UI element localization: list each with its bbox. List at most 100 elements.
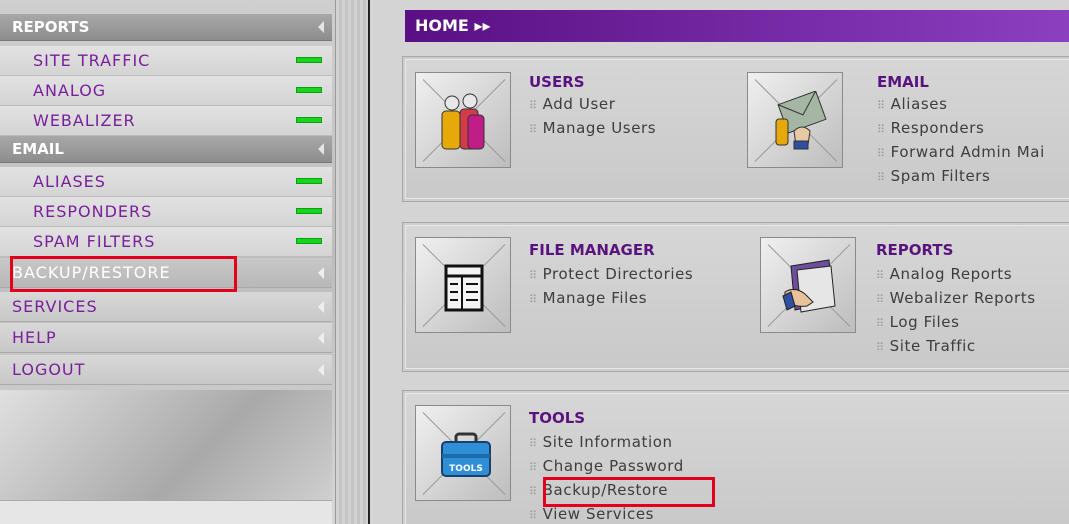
group-title-email[interactable]: EMAIL (877, 73, 929, 91)
collapse-arrow-icon (318, 301, 324, 313)
bullet-icon: ⠿ (529, 509, 538, 522)
breadcrumb-bar: HOME ▸▸ (405, 10, 1069, 42)
sidebar-item-label: SERVICES (12, 297, 98, 316)
link-label: Forward Admin Mai (890, 143, 1045, 161)
link-site-traffic[interactable]: ⠿ Site Traffic (876, 337, 976, 355)
link-protect-directories[interactable]: ⠿ Protect Directories (529, 265, 693, 283)
link-label: Add User (542, 95, 616, 113)
sidebar-item-label: LOGOUT (12, 360, 86, 379)
link-label: Log Files (889, 313, 960, 331)
group-title-reports[interactable]: REPORTS (876, 241, 953, 259)
sidebar-item-label: SPAM FILTERS (33, 232, 156, 251)
bullet-icon: ⠿ (529, 437, 538, 450)
link-change-password[interactable]: ⠿ Change Password (529, 457, 684, 475)
sidebar-decoration (0, 390, 332, 500)
sidebar-header-email[interactable]: EMAIL (0, 136, 332, 163)
sidebar-header-reports[interactable]: REPORTS (0, 14, 332, 41)
link-label: Protect Directories (542, 265, 694, 283)
sidebar-item-responders[interactable]: RESPONDERS (0, 197, 332, 227)
sidebar-item-help[interactable]: HELP (0, 323, 332, 353)
sidebar-item-label: RESPONDERS (33, 202, 153, 221)
bullet-icon: ⠿ (529, 293, 538, 306)
sidebar-item-analog[interactable]: ANALOG (0, 76, 332, 106)
bullet-icon: ⠿ (529, 123, 538, 136)
bullet-icon: ⠿ (876, 293, 885, 306)
users-icon (441, 93, 485, 150)
link-add-user[interactable]: ⠿ Add User (529, 95, 615, 113)
status-led-icon (296, 178, 322, 184)
bullet-icon: ⠿ (876, 341, 885, 354)
link-label: Site Information (542, 433, 673, 451)
status-led-icon (296, 238, 322, 244)
sidebar-item-label: ALIASES (33, 172, 106, 191)
breadcrumb[interactable]: HOME ▸▸ (415, 16, 490, 35)
sidebar-item-label: HELP (12, 328, 57, 347)
link-label: Webalizer Reports (889, 289, 1036, 307)
link-label: View Services (542, 505, 655, 523)
sidebar-item-logout[interactable]: LOGOUT (0, 355, 332, 385)
toolbox-icon: TOOLS (441, 432, 491, 477)
toolbox-icon-label: TOOLS (449, 464, 483, 474)
link-site-information[interactable]: ⠿ Site Information (529, 433, 673, 451)
bullet-icon: ⠿ (529, 485, 538, 498)
control-panel-window: REPORTS SITE TRAFFIC ANALOG WEBALIZER EM… (0, 0, 1069, 524)
group-title-file-manager[interactable]: FILE MANAGER (529, 241, 655, 259)
sidebar-item-aliases[interactable]: ALIASES (0, 167, 332, 197)
panel-tools: TOOLS TOOLS ⠿ Site Information ⠿ Change Pa… (402, 390, 1069, 524)
email-icon-box[interactable] (747, 72, 843, 168)
link-spam-filters[interactable]: ⠿ Spam Filters (877, 167, 990, 185)
collapse-arrow-icon (318, 267, 324, 279)
link-webalizer-reports[interactable]: ⠿ Webalizer Reports (876, 289, 1036, 307)
sidebar-item-site-traffic[interactable]: SITE TRAFFIC (0, 46, 332, 76)
bullet-icon: ⠿ (877, 123, 886, 136)
sidebar-footer (0, 500, 332, 524)
link-label: Manage Users (542, 119, 657, 137)
sidebar: REPORTS SITE TRAFFIC ANALOG WEBALIZER EM… (0, 0, 336, 524)
link-manage-files[interactable]: ⠿ Manage Files (529, 289, 647, 307)
status-led-icon (296, 87, 322, 93)
panel-users-email: USERS ⠿ Add User ⠿ Manage Users EMAIL ⠿ Ali… (402, 56, 1069, 202)
group-title-users[interactable]: USERS (529, 73, 585, 91)
link-forward-admin-mail[interactable]: ⠿ Forward Admin Mai (877, 143, 1045, 161)
link-analog-reports[interactable]: ⠿ Analog Reports (876, 265, 1012, 283)
bullet-icon: ⠿ (877, 99, 886, 112)
link-label: Change Password (542, 457, 684, 475)
sidebar-item-webalizer[interactable]: WEBALIZER (0, 106, 332, 136)
link-manage-users[interactable]: ⠿ Manage Users (529, 119, 656, 137)
collapse-arrow-icon (318, 21, 324, 33)
link-label: Site Traffic (889, 337, 976, 355)
sidebar-item-label: ANALOG (33, 81, 107, 100)
link-label: Manage Files (542, 289, 648, 307)
reports-icon (782, 259, 836, 313)
sidebar-header-label: REPORTS (12, 18, 90, 36)
bullet-icon: ⠿ (876, 269, 885, 282)
sidebar-item-label: SITE TRAFFIC (33, 51, 151, 70)
frame-divider[interactable] (336, 0, 370, 524)
collapse-arrow-icon (318, 364, 324, 376)
link-label: Responders (890, 119, 985, 137)
email-icon (775, 91, 827, 150)
link-view-services[interactable]: ⠿ View Services (529, 505, 654, 523)
collapse-arrow-icon (318, 332, 324, 344)
bullet-icon: ⠿ (529, 269, 538, 282)
tools-icon-box[interactable]: TOOLS (415, 405, 511, 501)
reports-icon-box[interactable] (760, 237, 856, 333)
sidebar-item-label: WEBALIZER (33, 111, 136, 130)
users-icon-box[interactable] (415, 72, 511, 168)
file-manager-icon (444, 264, 484, 312)
sidebar-item-services[interactable]: SERVICES (0, 292, 332, 322)
panel-files-reports: FILE MANAGER ⠿ Protect Directories ⠿ Manag… (402, 222, 1069, 372)
sidebar-item-spam-filters[interactable]: SPAM FILTERS (0, 227, 332, 257)
collapse-arrow-icon (318, 143, 324, 155)
bullet-icon: ⠿ (876, 317, 885, 330)
link-label: Analog Reports (889, 265, 1013, 283)
file-manager-icon-box[interactable] (415, 237, 511, 333)
link-responders[interactable]: ⠿ Responders (877, 119, 984, 137)
bullet-icon: ⠿ (529, 461, 538, 474)
link-label: Aliases (890, 95, 948, 113)
link-aliases[interactable]: ⠿ Aliases (877, 95, 948, 113)
group-title-tools[interactable]: TOOLS (529, 409, 585, 427)
highlight-box (10, 256, 237, 292)
link-log-files[interactable]: ⠿ Log Files (876, 313, 960, 331)
bullet-icon: ⠿ (877, 171, 886, 184)
